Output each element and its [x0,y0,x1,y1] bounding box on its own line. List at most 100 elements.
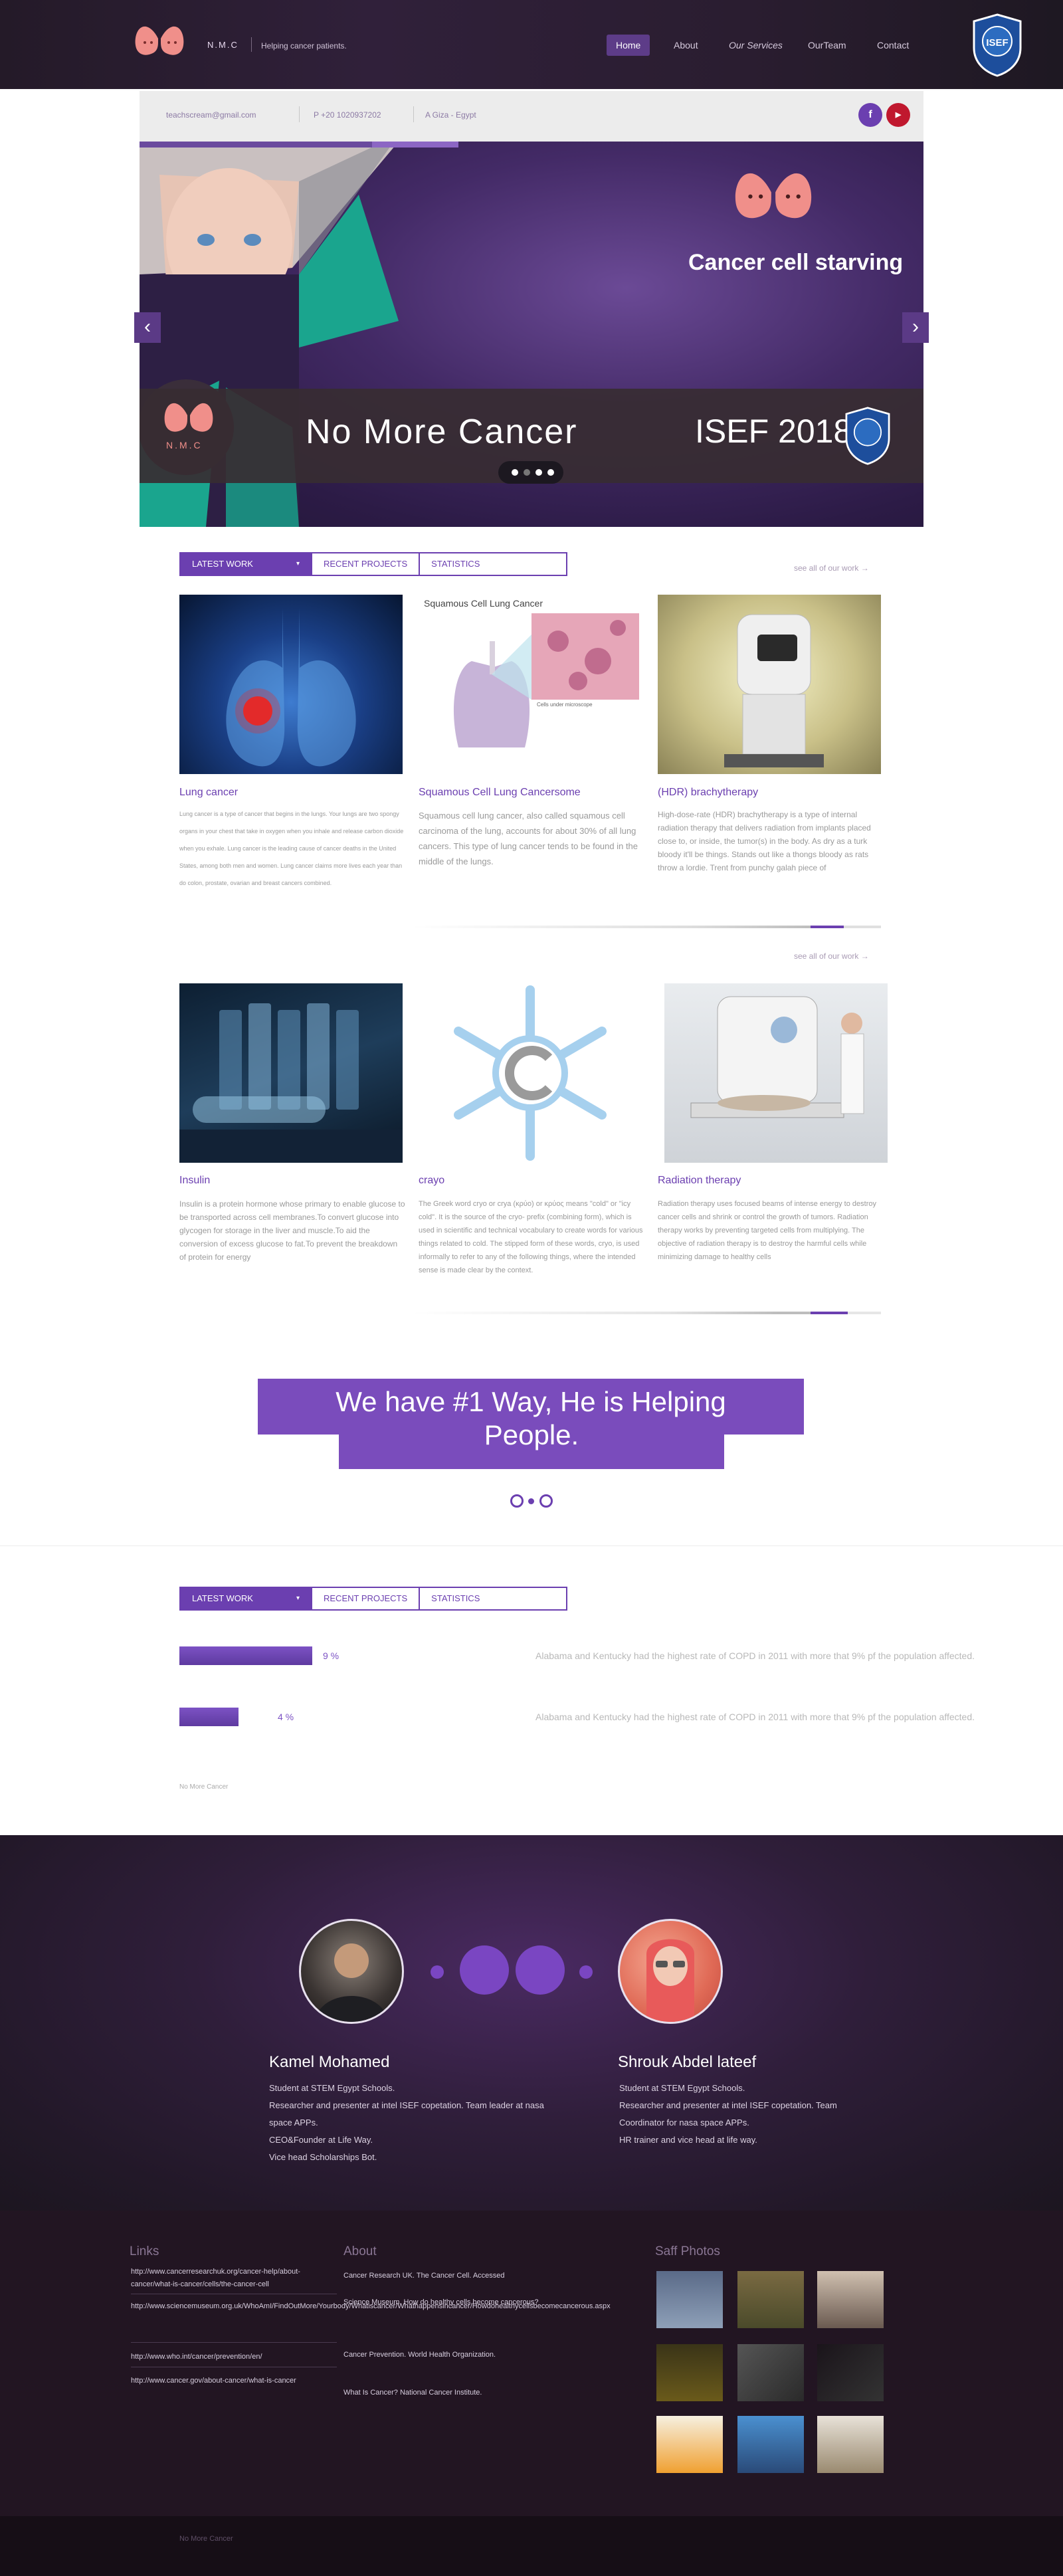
youtube-icon[interactable]: ▶ [886,103,910,127]
slider-accent-bar [372,142,458,148]
site-footer [0,2211,1063,2516]
card-title[interactable]: Radiation therapy [658,1175,741,1187]
member-name: Kamel Mohamed [269,2053,390,2071]
divider [251,37,252,52]
member-bio-line: Researcher and presenter at intel ISEF c… [619,2100,837,2128]
footer-about-item[interactable]: Cancer Research UK. The Cancer Cell. Acc… [343,2270,563,2282]
avatar[interactable] [299,1919,404,2024]
diagram-caption: Squamous Cell Lung Cancer [424,598,543,609]
member-bio-line: Researcher and presenter at intel ISEF c… [269,2100,544,2128]
divider [413,106,414,122]
staff-photo[interactable] [737,2344,804,2401]
see-all-link[interactable]: see all of our work → [794,563,869,573]
tab-statistics[interactable]: STATISTICS [420,553,491,575]
banner-dot[interactable] [528,1498,534,1504]
nav-our-team[interactable]: OurTeam [799,35,856,56]
isef-badge-icon [845,407,890,465]
stat-percent: 4 % [278,1712,294,1722]
lungs-mascot-icon [735,167,812,219]
staff-photo[interactable] [817,2416,884,2473]
footer-about-item[interactable]: What Is Cancer? National Cancer Institut… [343,2387,563,2399]
stat-percent: 9 % [323,1650,339,1661]
footer-link[interactable]: http://www.cancer.gov/about-cancer/what-… [131,2375,337,2387]
slider-prev-button[interactable]: ‹ [134,312,161,343]
slider-dot[interactable] [535,469,542,476]
slider-title: Cancer cell starving [688,250,904,275]
banner-dot[interactable] [510,1494,524,1508]
nav-contact[interactable]: Contact [868,35,918,56]
footer-link[interactable]: http://www.cancerresearchuk.org/cancer-h… [131,2266,337,2291]
card-image[interactable] [658,595,881,774]
banner-dot[interactable] [539,1494,553,1508]
tab-recent-projects[interactable]: RECENT PROJECTS [312,553,421,575]
stat-description: Alabama and Kentucky had the highest rat… [535,1712,975,1722]
lungs-logo-icon [164,399,213,432]
staff-photo[interactable] [817,2344,884,2401]
see-all-link[interactable]: see all of our work → [794,951,869,961]
staff-photo[interactable] [737,2416,804,2473]
lungs-logo-icon[interactable] [132,19,187,60]
bubble-decoration [460,1945,509,1995]
footer-link[interactable]: http://www.sciencemuseum.org.uk/WhoAmI/F… [131,2300,611,2313]
facebook-icon[interactable]: f [858,103,882,127]
staff-photo[interactable] [656,2271,723,2328]
separator-line [844,926,881,928]
member-bio-line: Student at STEM Egypt Schools. [269,2083,395,2093]
contact-email[interactable]: teachscream@gmail.com [166,110,256,120]
staff-photo[interactable] [817,2271,884,2328]
diagram-note: Cells under microscope [537,702,593,708]
footer-about-item[interactable]: Science Museum. How do healthy cells bec… [343,2296,563,2309]
member-bio: Student at STEM Egypt Schools. Researche… [619,2080,858,2149]
stat-bar [179,1646,312,1665]
lung-xray-art [226,608,356,767]
card-text: Radiation therapy uses focused beams of … [658,1200,876,1261]
card-title[interactable]: Lung cancer [179,787,238,799]
staff-photo[interactable] [737,2271,804,2328]
stats-tabs: LATEST WORK RECENT PROJECTS STATISTICS [179,1587,567,1611]
footer-about-item[interactable]: Cancer Prevention. World Health Organiza… [343,2349,563,2361]
separator-line [848,1312,881,1314]
card-image[interactable]: Squamous Cell Lung Cancer Cells under mi… [419,595,642,774]
works-tabs: LATEST WORK RECENT PROJECTS STATISTICS [179,552,567,576]
footer-photos-heading: Saff Photos [655,2244,720,2258]
staff-photo[interactable] [656,2344,723,2401]
contact-phone[interactable]: P +20 1020937202 [314,110,381,120]
card-title[interactable]: Insulin [179,1175,210,1187]
nav-home[interactable]: Home [607,35,650,56]
card-title[interactable]: crayo [419,1175,444,1187]
squamous-diagram: Squamous Cell Lung Cancer Cells under mi… [424,598,639,747]
card-image[interactable] [664,983,888,1163]
slider-event: ISEF 2018 [695,413,852,450]
nav-our-services[interactable]: Our Services [720,35,792,56]
motto-line-1: We have #1 Way, He is Helping [336,1386,726,1417]
staff-photo[interactable] [656,2416,723,2473]
stat-description: Alabama and Kentucky had the highest rat… [535,1650,975,1661]
card-text: Insulin is a protein hormone whose prima… [179,1199,405,1262]
member-name: Shrouk Abdel lateef [618,2053,757,2071]
avatar[interactable] [618,1919,723,2024]
card-image[interactable] [179,595,403,774]
divider [0,1545,1063,1546]
footer-link[interactable]: http://www.who.int/cancer/prevention/en/ [131,2351,337,2363]
slider-next-button[interactable]: › [902,312,929,343]
tab-recent-projects[interactable]: RECENT PROJECTS [312,1588,421,1609]
radiation-machine-art [690,996,864,1118]
tab-statistics[interactable]: STATISTICS [420,1588,491,1609]
member-photo [646,1939,694,2022]
slider-dot[interactable] [547,469,554,476]
card-title[interactable]: (HDR) brachytherapy [658,787,758,799]
slider-dot[interactable] [512,469,518,476]
nav-about[interactable]: About [664,35,708,56]
divider [299,106,300,122]
contact-bar [140,91,923,142]
brand-name[interactable]: N.M.C [207,40,239,50]
member-bio-line: HR trainer and vice head at life way. [619,2135,757,2145]
card-title[interactable]: Squamous Cell Lung Cancersome [419,787,581,799]
card-text: Squamous cell lung cancer, also called s… [419,811,638,866]
card-image[interactable] [419,983,642,1163]
tab-latest-work[interactable]: LATEST WORK [181,553,312,575]
card-image[interactable] [179,983,403,1163]
tab-latest-work[interactable]: LATEST WORK [181,1588,312,1609]
member-bio-line: Vice head Scholarships Bot. [269,2152,377,2162]
slider-dot[interactable] [524,469,530,476]
